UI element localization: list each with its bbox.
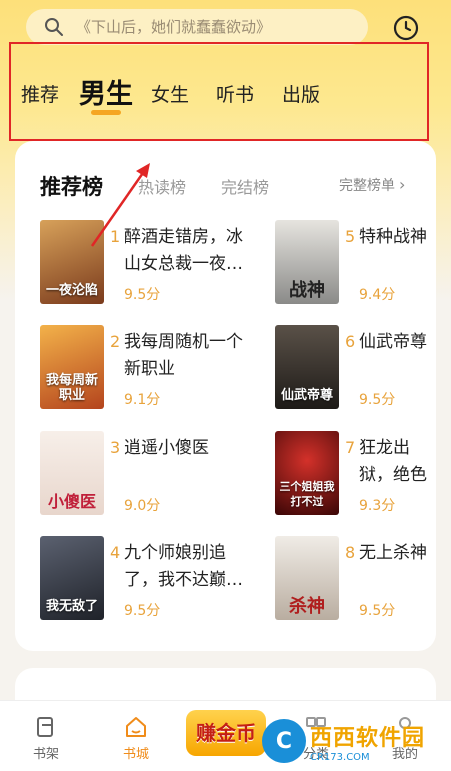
tab-recommend-rank[interactable]: 推荐榜 (40, 171, 103, 201)
search-bar[interactable] (26, 9, 368, 45)
active-tab-indicator (91, 110, 121, 115)
rank-number: 2 (110, 332, 121, 351)
book-title: 我每周随机一个新职业 (124, 332, 243, 379)
book-title: 醉酒走错房，冰山女总裁一夜… (124, 227, 243, 274)
book-score: 9.5分 (124, 603, 161, 619)
tab-female[interactable]: 女生 (151, 80, 189, 107)
tab-finished-rank[interactable]: 完结榜 (221, 174, 269, 198)
book-score: 9.4分 (359, 287, 396, 303)
rank-number: 5 (345, 227, 356, 246)
book-item[interactable]: 战神 5 特种战神 9.4分 (275, 220, 451, 310)
book-cover: 小傻医 (40, 431, 104, 515)
tab-recommend[interactable]: 推荐 (21, 80, 59, 107)
book-item[interactable]: 仙武帝尊 6 仙武帝尊 9.5分 (275, 325, 451, 415)
tab-publish[interactable]: 出版 (282, 80, 320, 107)
nav-bookshelf[interactable]: 书架 (16, 715, 76, 762)
rank-number: 7 (345, 438, 356, 457)
book-title: 逍遥小傻医 (124, 438, 209, 458)
book-score: 9.1分 (124, 392, 161, 408)
book-cover: 我无敌了 (40, 536, 104, 620)
search-icon (45, 18, 63, 36)
search-input[interactable] (74, 17, 348, 37)
book-score: 9.0分 (124, 498, 161, 514)
full-list-label: 完整榜单 (339, 178, 395, 194)
watermark-text: 西西软件园 (310, 725, 426, 751)
rank-number: 8 (345, 543, 356, 562)
chevron-right-icon: › (399, 175, 406, 194)
earn-coins-button[interactable]: 赚金币 (186, 710, 266, 756)
ranking-card: 推荐榜 热读榜 完结榜 完整榜单 › 一夜沦陷 1 醉酒走错房，冰山女总裁一夜… … (15, 141, 436, 651)
book-title: 狂龙出狱，绝色嫂嫂… (359, 438, 427, 485)
rank-number: 1 (110, 227, 121, 246)
book-score: 9.5分 (124, 287, 161, 303)
book-score: 9.5分 (359, 603, 396, 619)
book-item[interactable]: 小傻医 3 逍遥小傻医 9.0分 (40, 431, 240, 521)
book-title: 九个师娘别追了，我不达巅… (124, 543, 243, 590)
home-icon (126, 717, 146, 737)
tab-male[interactable]: 男生 (79, 72, 133, 111)
history-clock-icon[interactable] (393, 15, 419, 41)
book-cover: 一夜沦陷 (40, 220, 104, 304)
book-item[interactable]: 我每周新职业 2 我每周随机一个新职业 9.1分 (40, 325, 243, 415)
rank-number: 6 (345, 332, 356, 351)
bookshelf-icon (37, 717, 53, 737)
book-item[interactable]: 一夜沦陷 1 醉酒走错房，冰山女总裁一夜… 9.5分 (40, 220, 243, 310)
book-title: 特种战神 (359, 227, 427, 247)
book-item[interactable]: 我无敌了 4 九个师娘别追了，我不达巅… 9.5分 (40, 536, 243, 626)
book-cover: 战神 (275, 220, 339, 304)
rank-number: 3 (110, 438, 121, 457)
watermark-url: CR173.COM (310, 751, 370, 763)
book-cover: 我每周新职业 (40, 325, 104, 409)
tab-audiobook[interactable]: 听书 (216, 80, 254, 107)
watermark-logo-icon: C (262, 719, 306, 763)
book-cover: 杀神 (275, 536, 339, 620)
book-cover: 仙武帝尊 (275, 325, 339, 409)
book-item[interactable]: 三个姐姐我打不过 7 狂龙出狱，绝色嫂嫂… 9.3分 (275, 431, 451, 521)
book-cover: 三个姐姐我打不过 (275, 431, 339, 515)
rank-number: 4 (110, 543, 121, 562)
book-item[interactable]: 杀神 8 无上杀神 9.5分 (275, 536, 451, 626)
nav-bookshelf-label: 书架 (32, 747, 59, 762)
site-watermark: C 西西软件园 CR173.COM (262, 716, 442, 766)
book-score: 9.5分 (359, 392, 396, 408)
book-score: 9.3分 (359, 498, 396, 514)
book-title: 仙武帝尊 (359, 332, 427, 352)
nav-bookstore-label: 书城 (122, 747, 149, 762)
nav-bookstore[interactable]: 书城 (106, 715, 166, 762)
book-title: 无上杀神 (359, 543, 427, 563)
full-list-link[interactable]: 完整榜单 › (339, 175, 405, 195)
tab-hot-rank[interactable]: 热读榜 (138, 174, 186, 198)
